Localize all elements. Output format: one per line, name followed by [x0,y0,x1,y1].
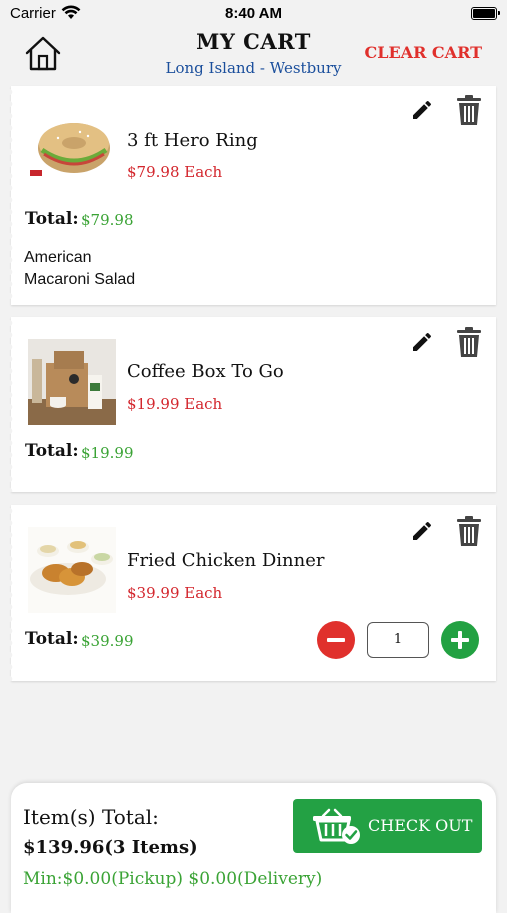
option-line: American [24,249,92,266]
checkout-button[interactable]: CHECK OUT [293,799,482,853]
items-total-value: $139.96(3 Items) [23,837,198,858]
cart-summary: Item(s) Total: $139.96(3 Items) Min:$0.0… [11,783,496,913]
status-bar: Carrier 8:40 AM [0,0,507,26]
option-line: Macaroni Salad [24,271,136,288]
minimum-order-text: Min:$0.00(Pickup) $0.00(Delivery) [23,869,323,889]
total-value: $19.99 [81,444,134,462]
cart-item: Fried Chicken Dinner $39.99 Each Total: … [9,505,496,681]
trash-icon[interactable] [456,94,482,126]
item-price: $19.99 Each [127,395,223,413]
total-label: Total: [25,441,79,461]
item-name: 3 ft Hero Ring [127,130,258,151]
cart-item: Coffee Box To Go $19.99 Each Total: $19.… [9,317,496,492]
checkout-label: CHECK OUT [368,816,473,835]
total-value: $79.98 [81,211,134,229]
item-name: Fried Chicken Dinner [127,550,325,571]
edit-icon[interactable] [410,330,434,354]
basket-check-icon [313,808,360,844]
increase-quantity-button[interactable] [441,621,479,659]
total-label: Total: [25,629,79,649]
header: MY CART Long Island - Westbury CLEAR CAR… [0,26,507,84]
decrease-quantity-button[interactable] [317,621,355,659]
edit-icon[interactable] [410,519,434,543]
trash-icon[interactable] [456,326,482,358]
clear-cart-button[interactable]: CLEAR CART [364,43,482,62]
battery-icon [471,7,500,20]
edit-icon[interactable] [410,98,434,122]
items-total-label: Item(s) Total: [23,805,159,829]
cart-item: 3 ft Hero Ring $79.98 Each Total: $79.98… [9,86,496,305]
fried-chicken-image [28,527,116,613]
hero-ring-image [30,123,110,176]
clock: 8:40 AM [225,5,282,22]
coffee-box-image [28,339,116,425]
item-options: American Macaroni Salad [24,247,135,291]
trash-icon[interactable] [456,515,482,547]
quantity-field[interactable]: 1 [367,622,429,658]
item-price: $39.99 Each [127,584,223,602]
item-name: Coffee Box To Go [127,361,284,382]
total-value: $39.99 [81,632,134,650]
total-label: Total: [25,209,79,229]
item-price: $79.98 Each [127,163,223,181]
